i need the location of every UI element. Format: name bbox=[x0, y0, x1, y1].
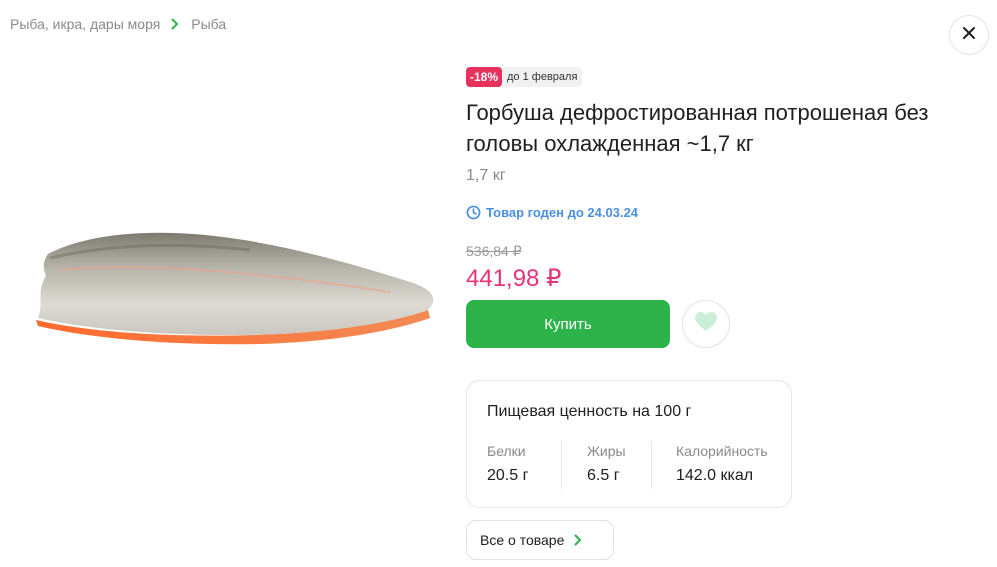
nutrition-title: Пищевая ценность на 100 г bbox=[487, 403, 691, 421]
nutrition-title-unit: на 100 г bbox=[632, 403, 692, 420]
discount-row: -18% до 1 февраля bbox=[466, 67, 583, 87]
about-product-button[interactable]: Все о товаре bbox=[466, 520, 614, 560]
favorite-button[interactable] bbox=[682, 300, 730, 348]
buy-button[interactable]: Купить bbox=[466, 300, 670, 348]
about-product-label: Все о товаре bbox=[480, 532, 565, 548]
nutrition-protein: Белки 20.5 г bbox=[487, 443, 528, 485]
close-icon bbox=[962, 26, 976, 45]
nutrition-fat: Жиры 6.5 г bbox=[587, 443, 626, 485]
nutrition-label: Белки bbox=[487, 443, 526, 459]
nutrition-value: 142.0 ккал bbox=[676, 467, 754, 484]
nutrition-label: Калорийность bbox=[676, 443, 768, 459]
divider bbox=[561, 441, 562, 489]
expiry-text: Товар годен до 24.03.24 bbox=[486, 205, 639, 220]
close-button[interactable] bbox=[949, 15, 989, 55]
divider bbox=[651, 441, 652, 489]
nutrition-value: 6.5 г bbox=[587, 467, 620, 484]
breadcrumb-item-fish[interactable]: Рыба bbox=[191, 16, 226, 32]
product-image bbox=[30, 222, 440, 354]
clock-icon bbox=[466, 205, 481, 220]
chevron-right-icon bbox=[574, 534, 582, 546]
current-price: 441,98 ₽ bbox=[466, 265, 562, 292]
discount-badge: -18% bbox=[466, 67, 503, 87]
discount-until-text: до 1 февраля bbox=[507, 71, 578, 83]
expiry-info: Товар годен до 24.03.24 bbox=[466, 205, 638, 220]
product-title: Горбуша дефростированная потрошеная без … bbox=[466, 100, 929, 156]
breadcrumb-item-seafood[interactable]: Рыба, икра, дары моря bbox=[10, 16, 160, 32]
chevron-right-icon bbox=[171, 18, 179, 30]
heart-icon bbox=[694, 311, 718, 338]
nutrition-calories: Калорийность 142.0 ккал bbox=[676, 443, 768, 485]
breadcrumb: Рыба, икра, дары моря Рыба bbox=[10, 16, 226, 32]
old-price: 536,84 ₽ bbox=[466, 243, 522, 259]
product-weight: 1,7 кг bbox=[466, 167, 506, 184]
nutrition-card: Пищевая ценность на 100 г Белки 20.5 г Ж… bbox=[466, 380, 792, 508]
nutrition-value: 20.5 г bbox=[487, 467, 529, 484]
nutrition-title-bold: Пищевая ценность bbox=[487, 403, 628, 420]
nutrition-label: Жиры bbox=[587, 443, 626, 459]
